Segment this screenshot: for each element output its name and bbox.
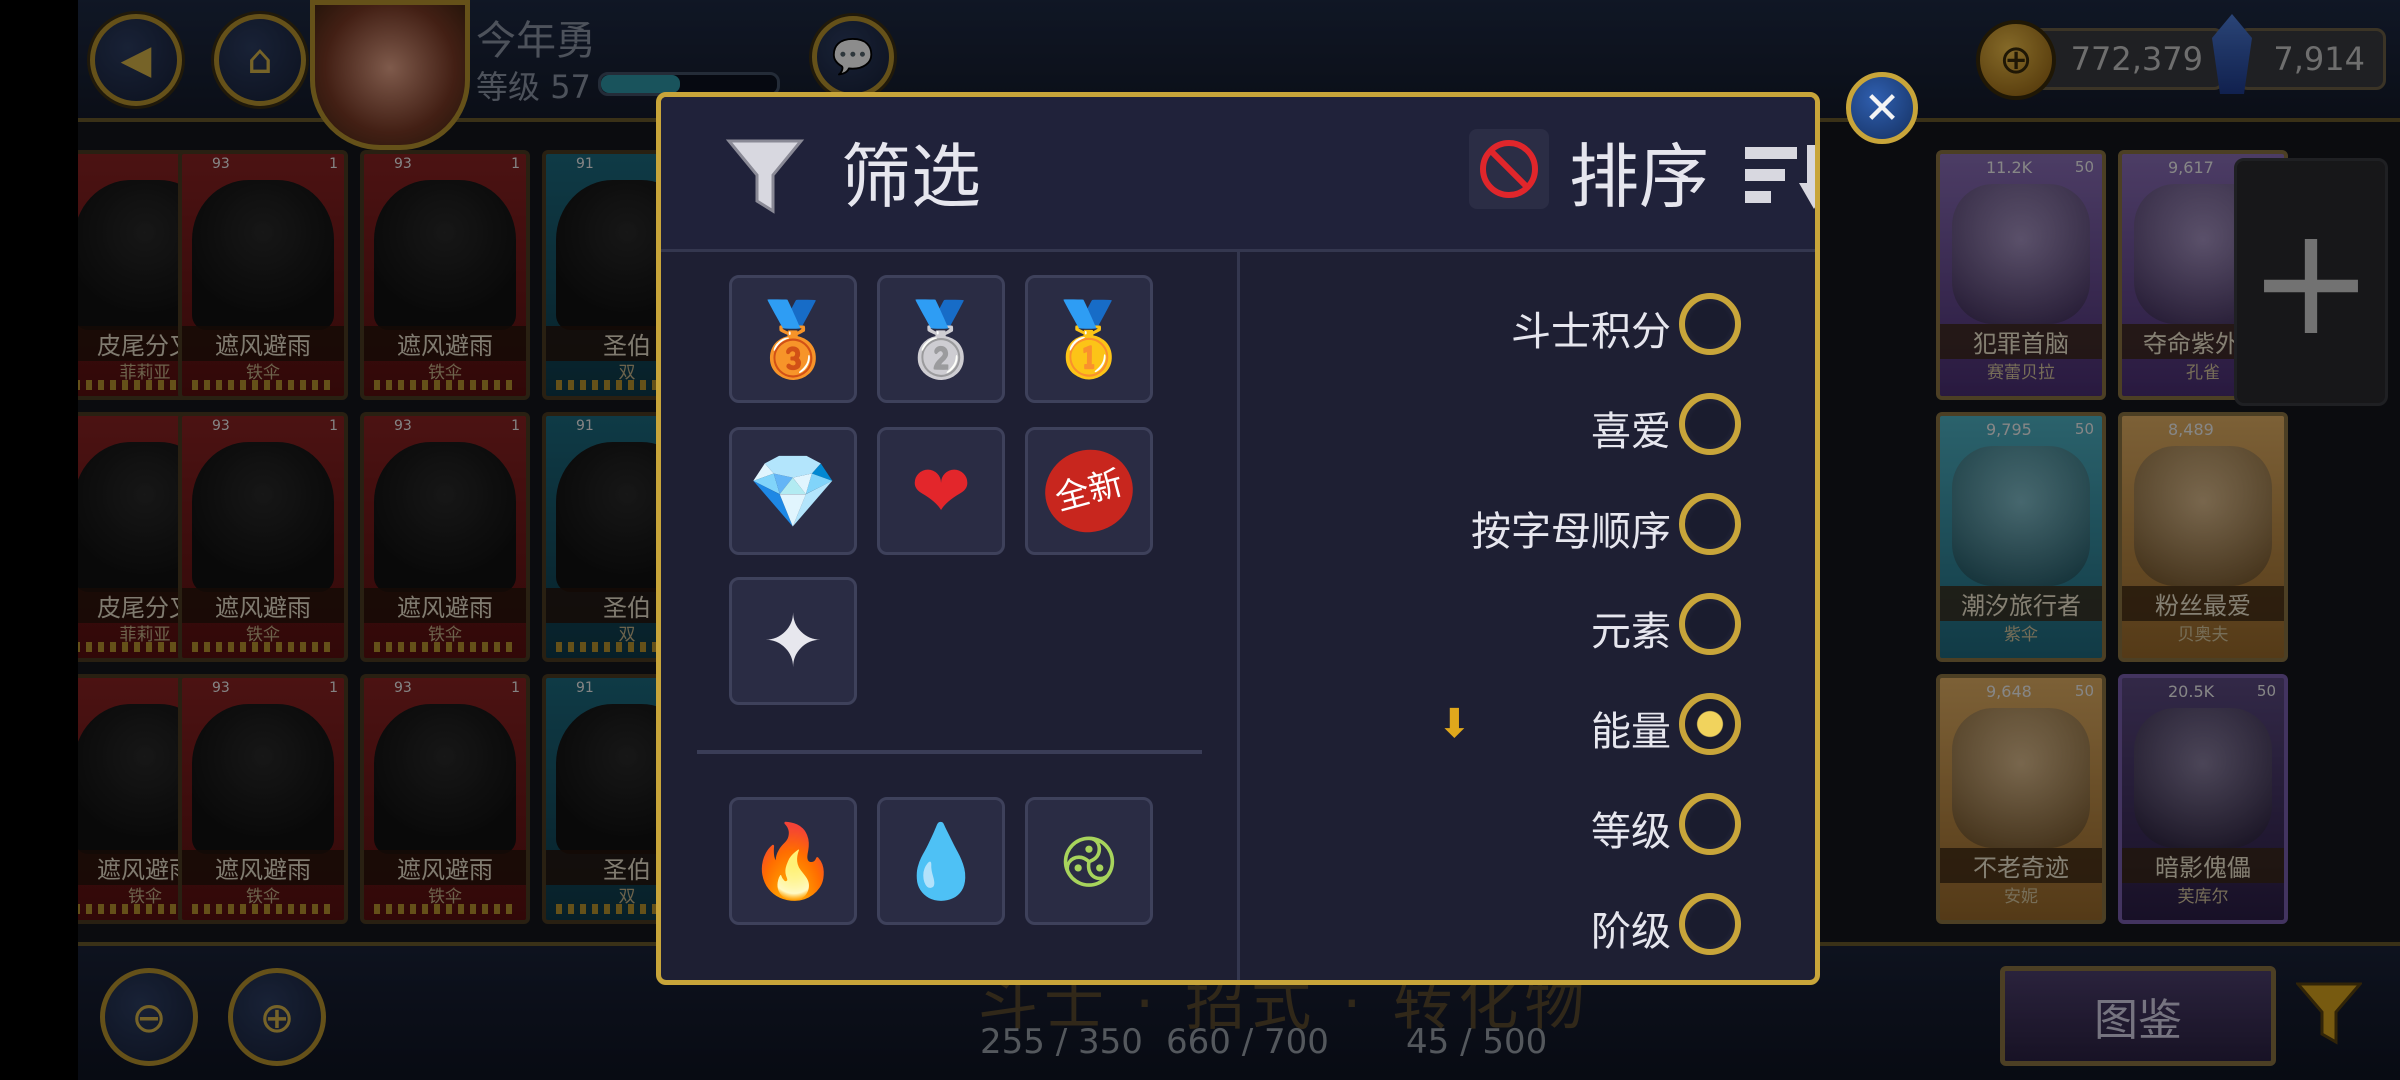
modal-header: 筛选 排序 [661,97,1815,252]
filter-tile-gold-medal[interactable]: 🥇 [1025,275,1153,403]
fire-element-icon: 🔥 [748,819,838,903]
filter-sort-modal: 筛选 排序 🥉 🥈 🥇 💎 ❤ 全新 ✦ 🔥 💧 ࿋ 斗士积分喜爱按字母顺序元素 ⬇ 能量等级阶级 [656,92,1820,985]
sort-option-label: 等级 [1591,809,1671,855]
sort-radio[interactable] [1679,893,1741,955]
gold-medal-icon: 🥇 [1044,297,1134,381]
new-badge-icon: 全新 [1035,440,1143,542]
sort-order-icon[interactable] [1741,137,1820,217]
filter-tile-diamond-medal[interactable]: 💎 [729,427,857,555]
sort-option[interactable]: ⬇ 能量 [1361,687,1781,773]
sort-radio[interactable] [1679,593,1741,655]
silver-medal-icon: 🥈 [896,297,986,381]
sort-radio[interactable] [1679,793,1741,855]
game-screen: ◀ ⌂ 今年勇 等级 57 💬 772,379 ⊕ 7,914 皮尾分叉菲莉亚1… [78,0,2400,1080]
sort-option-label: 喜爱 [1591,409,1671,455]
clear-filter-button[interactable] [1469,129,1549,209]
bronze-medal-icon: 🥉 [748,297,838,381]
filter-tile-heart[interactable]: ❤ [877,427,1005,555]
sort-option-label: 按字母顺序 [1471,509,1671,555]
sort-title: 排序 [1569,136,1709,218]
sort-radio[interactable] [1679,293,1741,355]
close-modal-button[interactable]: ✕ [1846,72,1918,144]
sort-option[interactable]: 斗士积分 [1361,287,1781,373]
sort-direction-arrow-icon: ⬇ [1437,701,1471,747]
sort-option-label: 元素 [1591,609,1671,655]
sort-option[interactable]: 喜爱 [1361,387,1781,473]
diamond-medal-icon: 💎 [748,449,838,533]
heart-icon: ❤ [910,449,972,533]
water-element-icon: 💧 [896,819,986,903]
sparkle-icon: ✦ [762,599,824,683]
filter-tile-fire-element[interactable]: 🔥 [729,797,857,925]
filter-title: 筛选 [841,136,981,218]
prohibited-icon [1480,140,1538,198]
filter-tile-bronze-medal[interactable]: 🥉 [729,275,857,403]
sort-option[interactable]: 阶级 [1361,887,1781,973]
filter-separator [697,750,1202,754]
air-element-icon: ࿋ [1060,819,1118,903]
close-icon: ✕ [1863,82,1901,134]
filter-tile-air-element[interactable]: ࿋ [1025,797,1153,925]
sort-option-label: 能量 [1591,709,1671,755]
sort-option[interactable]: 元素 [1361,587,1781,673]
panel-divider [1237,249,1240,980]
filter-tile-sparkle[interactable]: ✦ [729,577,857,705]
filter-funnel-icon [725,139,805,214]
sort-option-label: 阶级 [1591,909,1671,955]
sort-radio[interactable] [1679,693,1741,755]
sort-option[interactable]: 按字母顺序 [1361,487,1781,573]
sort-option[interactable]: 等级 [1361,787,1781,873]
filter-tile-silver-medal[interactable]: 🥈 [877,275,1005,403]
filter-tile-water-element[interactable]: 💧 [877,797,1005,925]
filter-tile-new-badge[interactable]: 全新 [1025,427,1153,555]
sort-radio[interactable] [1679,493,1741,555]
sort-option-label: 斗士积分 [1511,309,1671,355]
sort-radio[interactable] [1679,393,1741,455]
